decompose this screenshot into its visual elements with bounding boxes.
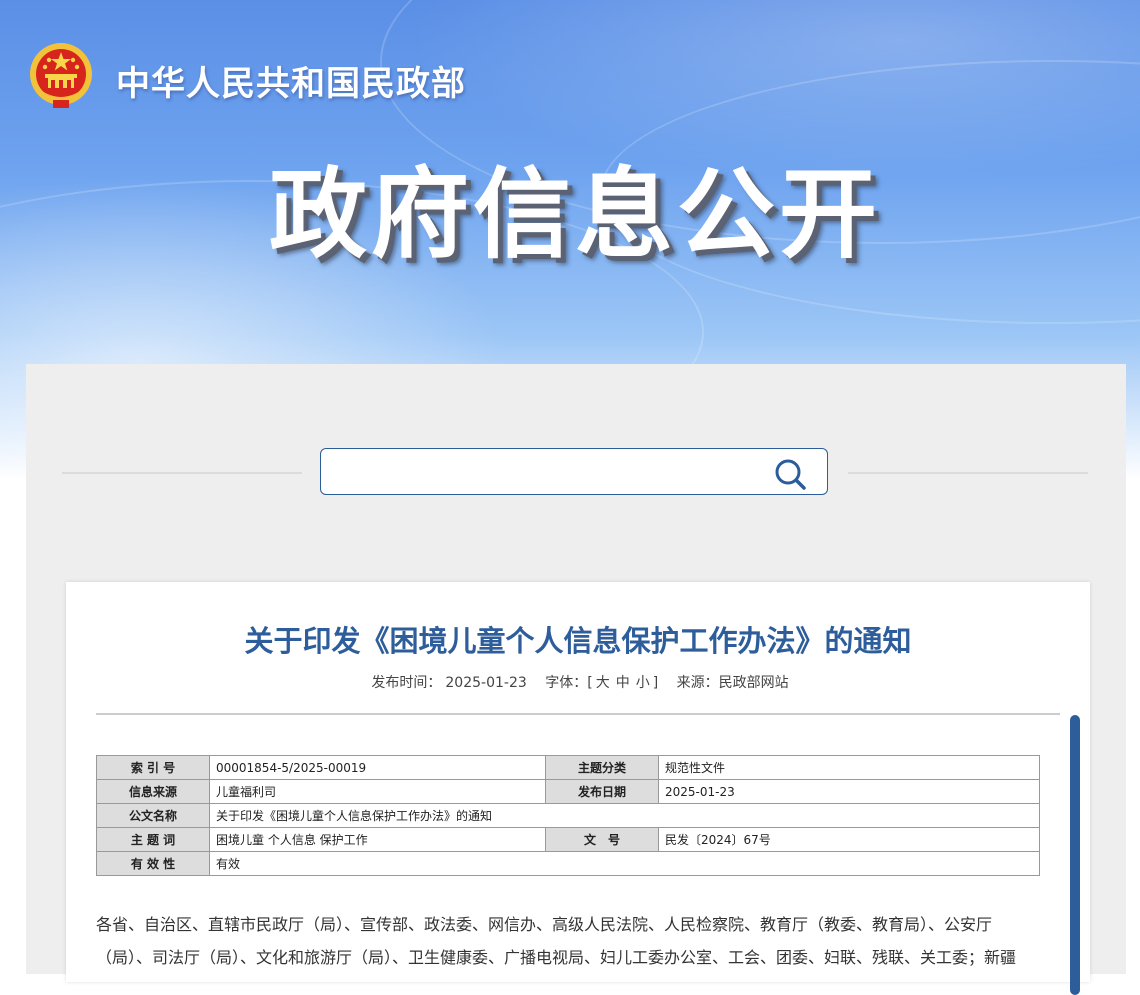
keywords-value: 困境儿童 个人信息 保护工作 xyxy=(209,827,546,852)
table-row: 有 效 性 有效 xyxy=(96,851,1040,876)
scrollbar-thumb[interactable] xyxy=(1070,715,1080,995)
font-size-large-link[interactable]: 大 xyxy=(596,675,610,691)
font-size-medium-link[interactable]: 中 xyxy=(616,675,630,691)
national-emblem-icon xyxy=(30,43,92,108)
table-row: 主 题 词 困境儿童 个人信息 保护工作 文 号 民发〔2024〕67号 xyxy=(96,827,1040,852)
table-row: 索 引 号 00001854-5/2025-00019 主题分类 规范性文件 xyxy=(96,755,1040,780)
doc-name-label: 公文名称 xyxy=(96,803,210,828)
date-value: 2025-01-23 xyxy=(658,779,1040,804)
doc-number-label: 文 号 xyxy=(545,827,659,852)
validity-value: 有效 xyxy=(209,851,1040,876)
page-title: 政府信息公开 xyxy=(268,158,881,272)
font-bracket-close: ] xyxy=(652,675,659,691)
document-info-table: 索 引 号 00001854-5/2025-00019 主题分类 规范性文件 信… xyxy=(96,755,1040,876)
publish-label: 发布时间： xyxy=(371,675,442,691)
source-value: 民政部网站 xyxy=(718,675,789,691)
keywords-label: 主 题 词 xyxy=(96,827,210,852)
ministry-name: 中华人民共和国民政部 xyxy=(116,64,466,104)
divider-left xyxy=(62,472,302,474)
validity-label: 有 效 性 xyxy=(96,851,210,876)
body-paragraph-line: 各省、自治区、直辖市民政厅（局）、宣传部、政法委、网信办、高级人民法院、人民检察… xyxy=(96,915,993,934)
article-divider xyxy=(96,713,1060,715)
body-paragraph-line: （局）、司法厅（局）、文化和旅游厅（局）、卫生健康委、广播电视局、妇儿工委办公室… xyxy=(96,948,1017,967)
source-label: 来源： xyxy=(676,675,719,691)
article-meta: 发布时间： 2025-01-23 字体：[大中小] 来源：民政部网站 xyxy=(66,672,1090,692)
table-row: 信息来源 儿童福利司 发布日期 2025-01-23 xyxy=(96,779,1040,804)
topic-label: 主题分类 xyxy=(545,755,659,780)
origin-label: 信息来源 xyxy=(96,779,210,804)
content-panel: 关于印发《困境儿童个人信息保护工作办法》的通知 发布时间： 2025-01-23 … xyxy=(26,364,1126,995)
table-row: 公文名称 关于印发《困境儿童个人信息保护工作办法》的通知 xyxy=(96,803,1040,828)
topic-value: 规范性文件 xyxy=(658,755,1040,780)
font-size-small-link[interactable]: 小 xyxy=(636,675,650,691)
doc-number-value: 民发〔2024〕67号 xyxy=(658,827,1040,852)
article-card: 关于印发《困境儿童个人信息保护工作办法》的通知 发布时间： 2025-01-23 … xyxy=(66,582,1090,995)
article-title: 关于印发《困境儿童个人信息保护工作办法》的通知 xyxy=(244,624,912,658)
date-label: 发布日期 xyxy=(545,779,659,804)
index-value: 00001854-5/2025-00019 xyxy=(209,755,546,780)
search-icon[interactable] xyxy=(773,457,807,491)
search-input[interactable] xyxy=(333,457,767,489)
font-bracket-open: [ xyxy=(587,675,593,691)
publish-date: 2025-01-23 xyxy=(445,675,527,691)
doc-name-value: 关于印发《困境儿童个人信息保护工作办法》的通知 xyxy=(209,803,1040,828)
origin-value: 儿童福利司 xyxy=(209,779,546,804)
article-body: 各省、自治区、直辖市民政厅（局）、宣传部、政法委、网信办、高级人民法院、人民检察… xyxy=(96,908,1042,974)
search-bar xyxy=(320,448,828,495)
index-label: 索 引 号 xyxy=(96,755,210,780)
divider-right xyxy=(848,472,1088,474)
font-size-label: 字体： xyxy=(545,675,588,691)
